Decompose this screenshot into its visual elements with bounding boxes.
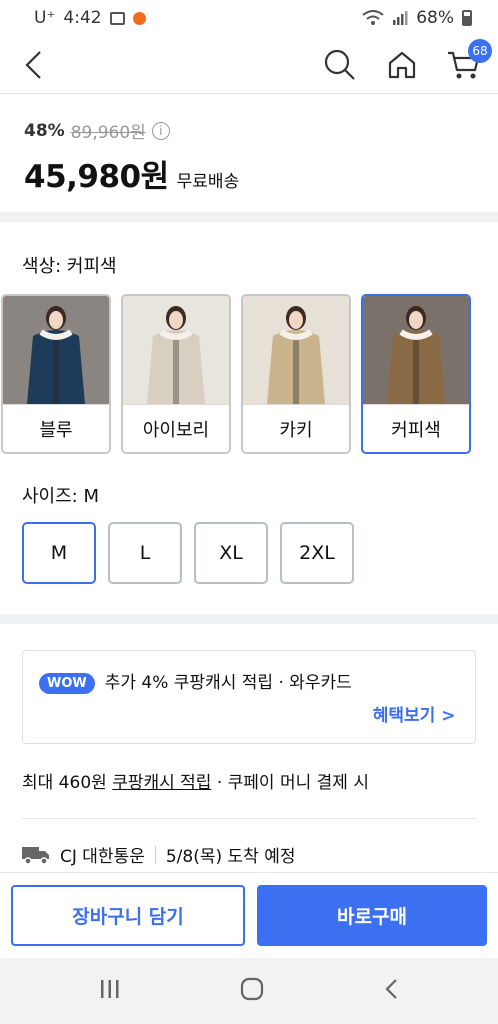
buy-now-button[interactable]: 바로구매 (257, 885, 487, 946)
color-option-title: 색상: 커피색 (22, 256, 117, 277)
coat-illustration (123, 296, 229, 404)
delivery-eta: 5/8(목) 도착 예정 (165, 847, 296, 867)
carrier-label: U⁺ (34, 8, 56, 28)
section-separator (0, 614, 498, 624)
option-section: 색상: 커피색 블루 아이보리 카키 커피색 사이즈: M M L XL 2XL (0, 226, 498, 584)
home-icon (388, 51, 416, 78)
back-button[interactable] (14, 45, 54, 85)
truck-icon (22, 846, 49, 865)
app-bar-actions: 68 (320, 38, 492, 85)
delivery-divider (154, 845, 156, 864)
color-option-label: 블루 (3, 404, 109, 452)
recent-apps-icon (101, 980, 119, 998)
back-arrow-icon (385, 979, 397, 999)
coat-illustration (3, 296, 109, 404)
price-section: 48% 89,960원 i 45,980원 무료배송 (0, 94, 498, 212)
divider (22, 818, 476, 819)
size-option-button[interactable]: XL (194, 522, 268, 584)
info-icon[interactable]: i (151, 121, 170, 140)
final-price: 45,980원 (24, 159, 169, 195)
discount-row: 48% 89,960원 i (24, 118, 474, 143)
cash-link[interactable]: 쿠팡캐시 적립 (112, 773, 211, 793)
original-price: 89,960원 (70, 123, 146, 143)
delivery-info: CJ 대한통운 5/8(목) 도착 예정 (22, 842, 296, 867)
color-option-card[interactable]: 아이보리 (121, 294, 231, 454)
shipping-label: 무료배송 (176, 172, 240, 192)
cash-prefix: 최대 460원 (22, 773, 113, 793)
battery-icon (462, 10, 472, 26)
wow-badge: WOW (39, 673, 95, 694)
size-option-button[interactable]: M (22, 522, 96, 584)
size-options: M L XL 2XL (0, 522, 498, 584)
notification-icon (132, 11, 146, 25)
discount-rate: 48% (24, 120, 65, 141)
status-left: U⁺ 4:42 (34, 8, 146, 28)
time-label: 4:42 (63, 8, 102, 28)
coat-illustration (243, 296, 349, 404)
wifi-icon (362, 10, 384, 25)
delivery-carrier: CJ 대한통운 (60, 847, 145, 867)
size-option-title: 사이즈: M (22, 486, 99, 507)
benefit-link[interactable]: 혜택보기 > (373, 701, 456, 726)
back-nav-button[interactable] (383, 978, 399, 1004)
wow-text: 추가 4% 쿠팡캐시 적립 · 와우카드 (104, 673, 352, 693)
product-thumbnail (243, 296, 349, 404)
color-option-label: 커피색 (363, 404, 469, 452)
add-to-cart-button[interactable]: 장바구니 담기 (11, 885, 245, 946)
color-option-label: 카키 (243, 404, 349, 452)
coat-illustration (363, 296, 469, 404)
status-bar: U⁺ 4:42 68% (0, 0, 498, 36)
section-separator (0, 212, 498, 222)
size-option-button[interactable]: L (108, 522, 182, 584)
cart-button[interactable]: 68 (444, 38, 492, 85)
cart-count-badge: 68 (468, 38, 492, 63)
color-option-card[interactable]: 블루 (1, 294, 111, 454)
battery-label: 68% (416, 8, 454, 28)
size-option-button[interactable]: 2XL (280, 522, 354, 584)
search-button[interactable] (320, 45, 360, 85)
home-nav-button[interactable] (240, 977, 264, 1005)
color-options: 블루 아이보리 카키 커피색 (0, 294, 498, 454)
status-right: 68% (362, 8, 472, 28)
home-circle-icon (240, 977, 264, 1001)
wow-benefit-box: WOW 추가 4% 쿠팡캐시 적립 · 와우카드 혜택보기 > (22, 650, 476, 744)
final-price-row: 45,980원 무료배송 (24, 151, 474, 196)
system-nav-bar (0, 958, 498, 1024)
recent-apps-button[interactable] (99, 979, 121, 1003)
color-option-card[interactable]: 커피색 (361, 294, 471, 454)
signal-icon (393, 11, 408, 25)
gallery-icon (109, 11, 125, 25)
cash-info: 최대 460원 쿠팡캐시 적립 · 쿠페이 머니 결제 시 (22, 768, 369, 793)
color-option-label: 아이보리 (123, 404, 229, 452)
app-bar: 68 (0, 36, 498, 94)
color-option-card[interactable]: 카키 (241, 294, 351, 454)
product-thumbnail (363, 296, 469, 404)
product-thumbnail (3, 296, 109, 404)
purchase-bar: 장바구니 담기 바로구매 (0, 872, 498, 958)
cash-suffix: · 쿠페이 머니 결제 시 (211, 773, 369, 793)
search-icon (324, 49, 355, 80)
product-thumbnail (123, 296, 229, 404)
chevron-left-icon (25, 50, 41, 79)
home-button[interactable] (382, 45, 422, 85)
